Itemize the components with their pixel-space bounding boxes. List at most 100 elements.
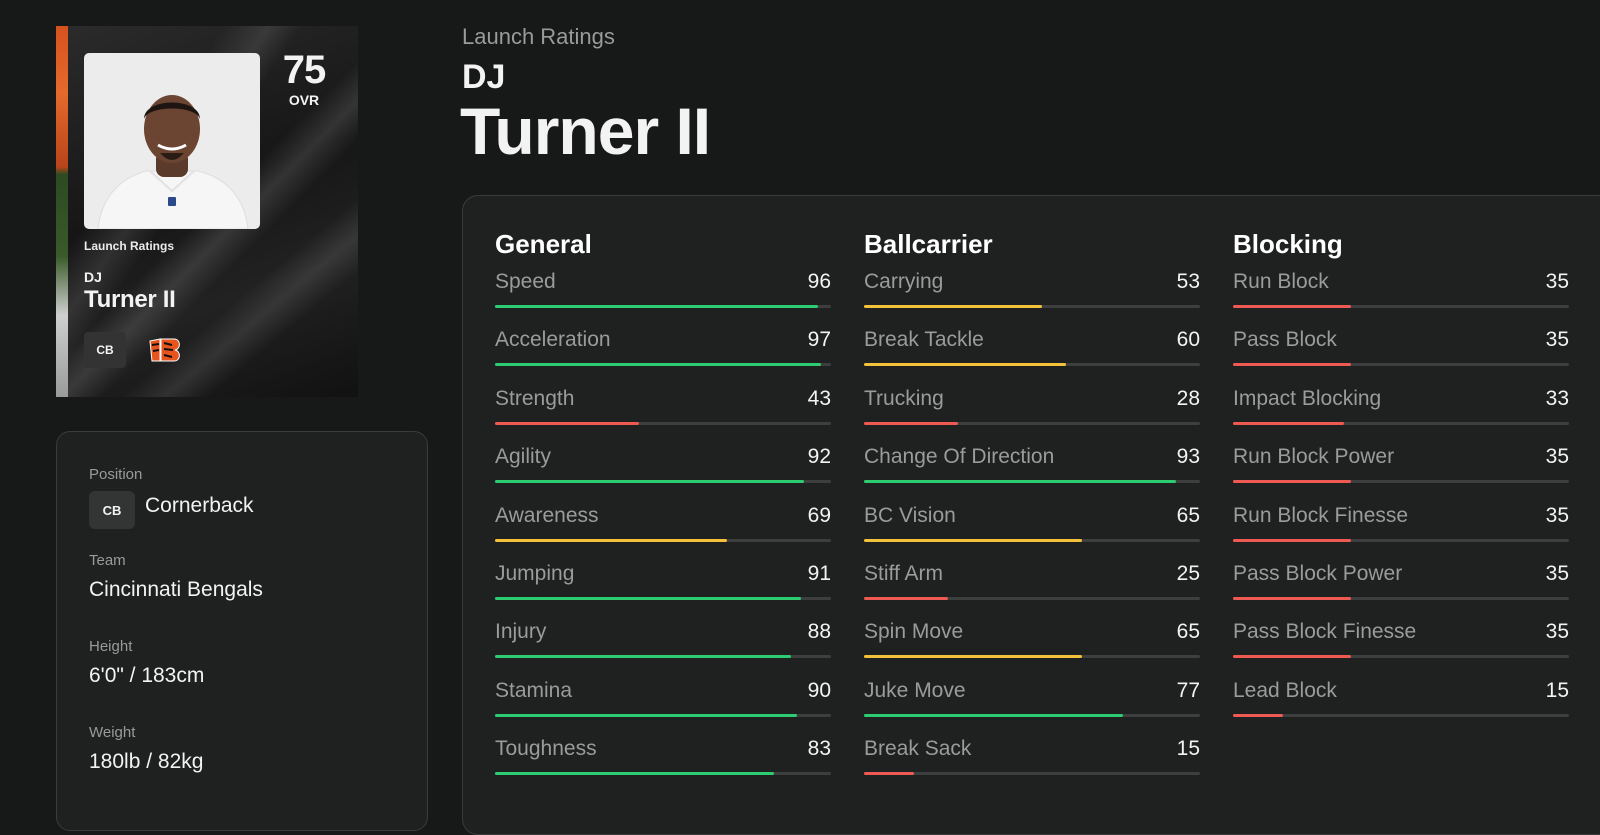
stat-bar-fill xyxy=(864,480,1177,484)
team-label: Team xyxy=(89,552,126,569)
stat-bar-fill xyxy=(1233,421,1344,425)
stat-bar-fill xyxy=(1233,655,1351,659)
stat-bar-fill xyxy=(495,363,821,367)
stat-name: Injury xyxy=(495,620,547,644)
player-info-panel: Position CB Cornerback Team Cincinnati B… xyxy=(56,431,428,831)
stat-bar-fill xyxy=(864,421,959,425)
stat-group-title: General xyxy=(495,229,592,259)
stat-value: 28 xyxy=(1176,386,1200,410)
card-ovr-label: OVR xyxy=(288,92,320,108)
stat-value: 35 xyxy=(1545,503,1569,527)
stat-bar-track xyxy=(864,655,1200,659)
position-label: Position xyxy=(89,466,143,483)
stat-bar-track xyxy=(495,363,831,367)
stat-name: Trucking xyxy=(864,386,944,410)
stat-bar-track xyxy=(864,363,1200,367)
stat-bar-fill xyxy=(495,713,798,717)
bengals-logo-icon xyxy=(149,338,180,362)
stat-row: Pass Block 35 xyxy=(1233,326,1569,384)
stat-value: 88 xyxy=(807,620,831,644)
stat-value: 93 xyxy=(1176,445,1200,469)
stat-bar-fill xyxy=(864,538,1083,542)
stat-name: Pass Block Power xyxy=(1233,561,1403,585)
stat-bar-fill xyxy=(864,596,948,600)
stat-row: Spin Move 65 xyxy=(864,618,1200,676)
stat-row: Trucking 28 xyxy=(864,385,1200,443)
stat-value: 65 xyxy=(1176,503,1200,527)
stat-name: Pass Block xyxy=(1233,328,1337,352)
stat-value: 25 xyxy=(1176,561,1200,585)
stat-value: 43 xyxy=(807,386,831,410)
stat-value: 35 xyxy=(1545,445,1569,469)
stat-name: Jumping xyxy=(495,561,575,585)
stat-bar-track xyxy=(1233,596,1569,600)
stat-row: Agility 92 xyxy=(495,443,831,501)
stat-row: Stiff Arm 25 xyxy=(864,560,1200,618)
weight-label: Weight xyxy=(89,724,136,741)
stat-row: Speed 96 xyxy=(495,268,831,326)
stat-name: Stiff Arm xyxy=(864,561,943,585)
stat-group-general: General Speed 96 Acceleration 97 Strength 43 A… xyxy=(495,226,831,794)
stat-value: 33 xyxy=(1545,386,1569,410)
stat-bar-track xyxy=(1233,305,1569,308)
stat-name: Strength xyxy=(495,386,575,410)
stat-row: Acceleration 97 xyxy=(495,326,831,384)
stat-bar-fill xyxy=(864,713,1123,717)
stat-value: 15 xyxy=(1545,678,1569,702)
stat-bar-track xyxy=(1233,538,1569,542)
stat-name: Acceleration xyxy=(495,328,611,352)
stat-row: Run Block Finesse 35 xyxy=(1233,502,1569,560)
stat-value: 97 xyxy=(807,328,831,352)
stat-bar-fill xyxy=(495,538,727,542)
stat-row: Change Of Direction 93 xyxy=(864,443,1200,501)
card-ovr-rating: 75 xyxy=(282,48,327,92)
stat-value: 35 xyxy=(1545,620,1569,644)
stat-bar-track xyxy=(495,421,831,425)
card-position-badge: CB xyxy=(84,332,126,368)
stat-value: 92 xyxy=(807,445,831,469)
page-title: Turner II xyxy=(460,94,711,168)
stat-bar-track xyxy=(864,305,1200,308)
stat-name: Spin Move xyxy=(864,620,964,644)
stat-bar-fill xyxy=(495,305,818,308)
stat-name: Carrying xyxy=(864,270,944,293)
player-photo xyxy=(84,53,260,229)
height-label: Height xyxy=(89,638,133,655)
stat-name: Change Of Direction xyxy=(864,445,1055,469)
stat-bar-track xyxy=(1233,713,1569,717)
stat-name: Impact Blocking xyxy=(1233,386,1382,410)
stat-group-title: Blocking xyxy=(1233,229,1343,259)
stat-bar-fill xyxy=(864,305,1043,308)
stat-bar-track xyxy=(495,655,831,659)
stat-bar-track xyxy=(495,596,831,600)
stat-value: 65 xyxy=(1176,620,1200,644)
stat-bar-track xyxy=(1233,655,1569,659)
stat-row: Impact Blocking 33 xyxy=(1233,385,1569,443)
stat-value: 35 xyxy=(1545,328,1569,352)
stat-name: Run Block xyxy=(1233,270,1329,293)
stat-row: Stamina 90 xyxy=(495,677,831,735)
stat-bar-track xyxy=(864,772,1200,776)
stat-name: Awareness xyxy=(495,503,599,527)
stat-value: 35 xyxy=(1545,270,1569,293)
stat-bar-track xyxy=(864,596,1200,600)
stat-row: Break Sack 15 xyxy=(864,735,1200,793)
stat-group-blocking: Blocking Run Block 35 Pass Block 35 Impact B… xyxy=(1233,226,1569,735)
stat-name: Pass Block Finesse xyxy=(1233,620,1417,644)
stat-row: Juke Move 77 xyxy=(864,677,1200,735)
position-badge: CB xyxy=(89,491,135,529)
stat-bar-fill xyxy=(1233,305,1351,308)
stat-name: Break Tackle xyxy=(864,328,984,352)
stat-bar-track xyxy=(864,713,1200,717)
stat-name: Run Block Finesse xyxy=(1233,503,1409,527)
stat-row: Awareness 69 xyxy=(495,502,831,560)
ratings-panel: General Speed 96 Acceleration 97 Strength 43 A… xyxy=(462,195,1600,835)
stat-bar-track xyxy=(495,305,831,308)
stat-bar-track xyxy=(495,713,831,717)
stat-name: Run Block Power xyxy=(1233,445,1395,469)
stat-row: Jumping 91 xyxy=(495,560,831,618)
stat-bar-fill xyxy=(1233,713,1284,717)
stat-value: 90 xyxy=(807,678,831,702)
stat-bar-track xyxy=(1233,421,1569,425)
stat-bar-fill xyxy=(495,421,640,425)
